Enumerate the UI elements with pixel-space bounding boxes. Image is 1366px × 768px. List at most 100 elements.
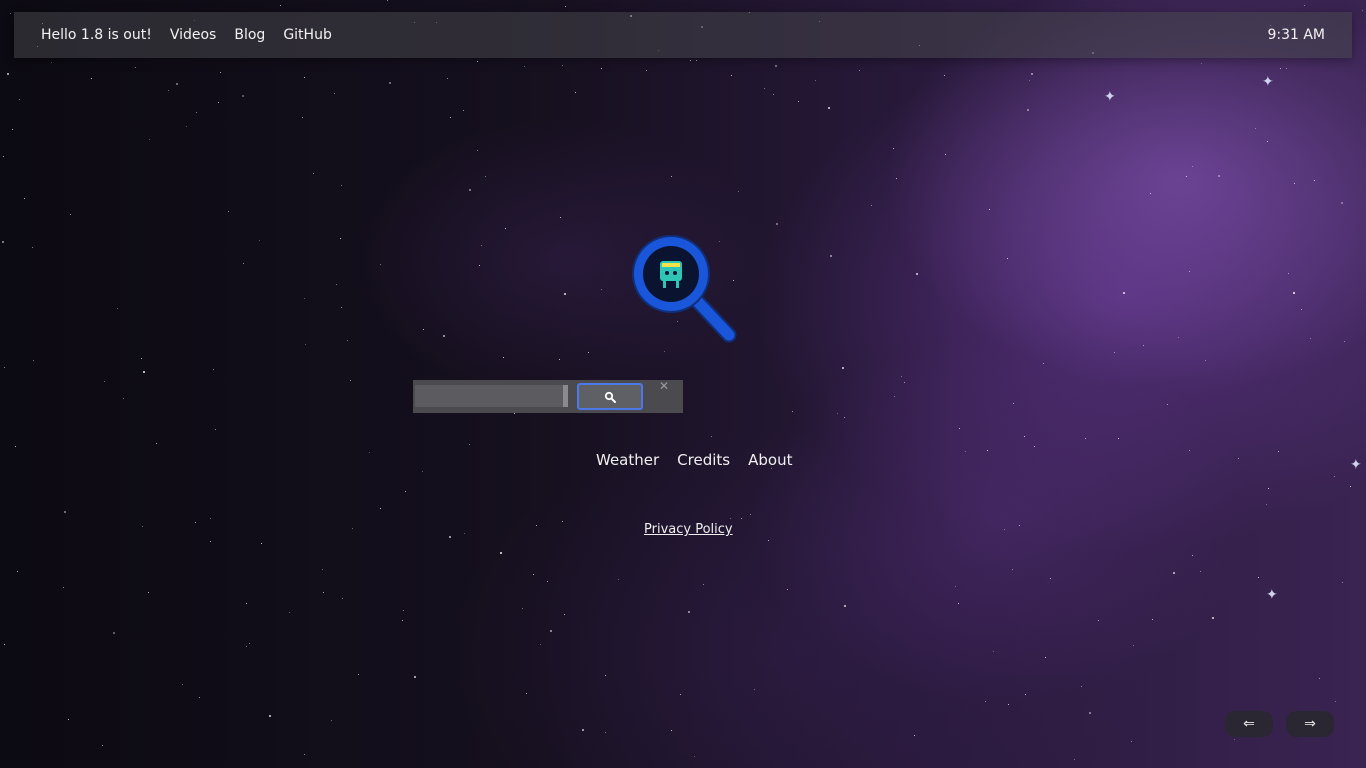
star bbox=[242, 95, 244, 97]
close-icon[interactable]: ✕ bbox=[659, 380, 671, 392]
star bbox=[505, 228, 506, 229]
star bbox=[380, 508, 381, 509]
star bbox=[694, 756, 695, 757]
star bbox=[51, 62, 52, 63]
star bbox=[989, 209, 990, 210]
star bbox=[246, 646, 247, 647]
star bbox=[280, 5, 281, 6]
star bbox=[141, 358, 142, 359]
privacy-policy-link[interactable]: Privacy Policy bbox=[644, 522, 733, 537]
star bbox=[540, 644, 541, 645]
star bbox=[215, 429, 216, 430]
star bbox=[369, 452, 370, 453]
star bbox=[12, 129, 13, 130]
star bbox=[313, 173, 314, 174]
search-bar: ✕ bbox=[413, 380, 683, 413]
star bbox=[533, 574, 534, 575]
sparkle-star-icon: ✦ bbox=[1262, 74, 1274, 90]
star bbox=[342, 598, 343, 599]
star bbox=[671, 176, 672, 177]
star bbox=[842, 367, 844, 369]
star bbox=[63, 587, 64, 588]
star bbox=[347, 340, 348, 341]
star bbox=[3, 156, 4, 157]
star bbox=[24, 198, 25, 199]
star bbox=[731, 75, 732, 76]
weather-link[interactable]: Weather bbox=[596, 451, 659, 469]
nav-videos-link[interactable]: Videos bbox=[170, 27, 217, 43]
star bbox=[1301, 309, 1302, 310]
star bbox=[776, 223, 778, 225]
star bbox=[1012, 569, 1013, 570]
star bbox=[323, 592, 324, 593]
star bbox=[730, 518, 731, 519]
star bbox=[1201, 63, 1202, 64]
star bbox=[168, 90, 169, 91]
star bbox=[560, 217, 561, 218]
star bbox=[1268, 488, 1269, 489]
star bbox=[302, 117, 303, 118]
about-link[interactable]: About bbox=[748, 451, 792, 469]
star bbox=[562, 65, 563, 66]
star bbox=[1050, 578, 1051, 579]
star bbox=[469, 189, 471, 191]
star bbox=[1334, 476, 1335, 477]
star bbox=[1304, 5, 1305, 6]
star bbox=[588, 352, 589, 353]
star bbox=[143, 371, 145, 373]
star bbox=[575, 92, 576, 93]
star bbox=[19, 99, 20, 100]
search-input[interactable] bbox=[415, 385, 563, 407]
star bbox=[773, 94, 774, 95]
star bbox=[1045, 657, 1046, 658]
star bbox=[1200, 571, 1201, 572]
star bbox=[1034, 446, 1035, 447]
star bbox=[696, 60, 697, 61]
credits-link[interactable]: Credits bbox=[677, 451, 730, 469]
star bbox=[955, 586, 956, 587]
star bbox=[559, 359, 560, 360]
star bbox=[334, 93, 335, 94]
nav-github-link[interactable]: GitHub bbox=[283, 27, 332, 43]
star bbox=[32, 247, 33, 248]
star bbox=[156, 443, 157, 444]
star bbox=[775, 65, 777, 67]
star bbox=[703, 584, 704, 585]
star bbox=[550, 630, 552, 632]
star bbox=[218, 102, 219, 103]
star bbox=[1350, 486, 1351, 487]
clock: 9:31 AM bbox=[1267, 27, 1325, 43]
star bbox=[985, 701, 986, 702]
star bbox=[304, 754, 305, 755]
starfield-background: ✦ ✦ ✦ ✦ bbox=[0, 0, 1366, 768]
nav-blog-link[interactable]: Blog bbox=[234, 27, 265, 43]
star bbox=[477, 61, 478, 62]
star bbox=[944, 75, 945, 76]
star bbox=[896, 178, 897, 179]
sparkle-star-icon: ✦ bbox=[1266, 587, 1278, 603]
announcement-link[interactable]: Hello 1.8 is out! bbox=[41, 27, 152, 43]
star bbox=[664, 351, 665, 352]
next-page-button[interactable]: ⇒ bbox=[1286, 711, 1334, 737]
star bbox=[469, 444, 470, 445]
star bbox=[945, 154, 946, 155]
star bbox=[123, 398, 124, 399]
star bbox=[68, 719, 69, 720]
star bbox=[904, 382, 905, 383]
prev-page-button[interactable]: ⇐ bbox=[1225, 711, 1273, 737]
search-button[interactable] bbox=[577, 383, 643, 410]
star bbox=[965, 451, 966, 452]
star bbox=[1008, 704, 1009, 705]
star bbox=[798, 101, 799, 102]
star bbox=[1286, 68, 1287, 69]
star bbox=[754, 689, 755, 690]
star bbox=[605, 675, 606, 676]
star bbox=[1267, 141, 1268, 142]
star bbox=[1089, 712, 1091, 714]
star bbox=[289, 612, 290, 613]
star bbox=[1238, 458, 1239, 459]
star bbox=[1081, 686, 1082, 687]
star bbox=[142, 526, 143, 527]
star bbox=[1218, 175, 1220, 177]
star bbox=[1294, 183, 1295, 184]
